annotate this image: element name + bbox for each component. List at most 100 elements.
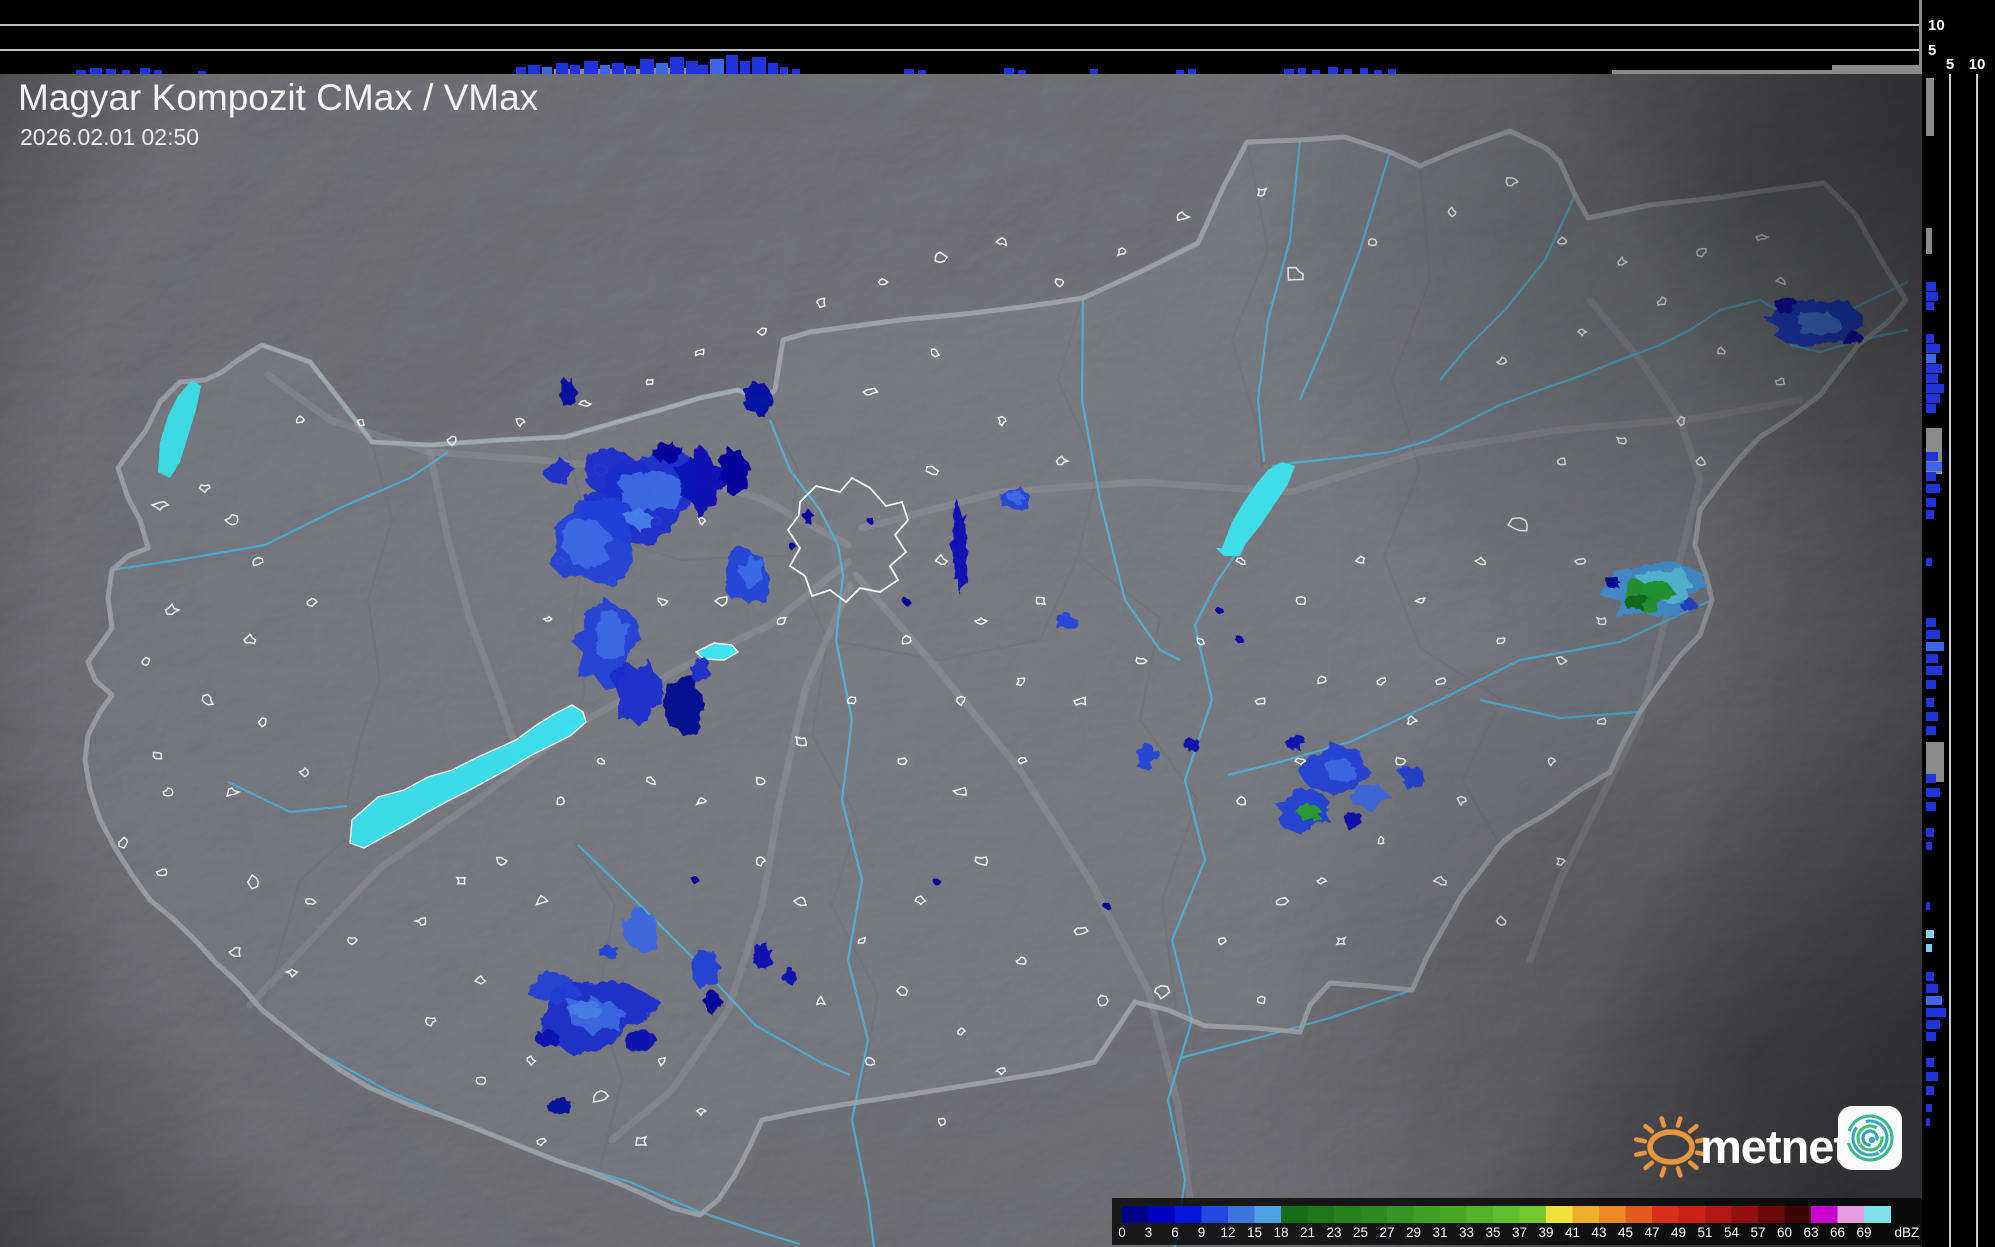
swirl-center — [1869, 1137, 1875, 1143]
legend-cell — [1281, 1206, 1308, 1223]
right-histogram-bar — [1926, 726, 1936, 735]
right-histogram-bar — [1926, 666, 1942, 675]
top-histogram-bar — [626, 66, 636, 74]
right-histogram-bar — [1926, 558, 1932, 566]
legend-tick-label: 3 — [1145, 1225, 1153, 1240]
legend-tick-label: 60 — [1777, 1225, 1792, 1240]
right-histogram-bar — [1926, 462, 1942, 471]
right-histogram-bar — [1926, 802, 1936, 811]
top-histogram-bar — [542, 67, 552, 74]
top-histogram-bar — [106, 69, 116, 74]
top-histogram-bar — [1360, 68, 1368, 74]
top-histogram-bar — [768, 63, 778, 74]
right-histogram-bar — [1926, 344, 1940, 353]
top-histogram-bar — [904, 69, 914, 74]
legend-cell — [1175, 1206, 1202, 1223]
right-histogram-bar — [1926, 996, 1942, 1005]
legend-tick-label: 12 — [1220, 1225, 1235, 1240]
top-histogram-bar — [1284, 69, 1294, 74]
right-histogram-bar — [1926, 642, 1944, 651]
legend-tick-label: 31 — [1432, 1225, 1447, 1240]
legend-cell — [1413, 1206, 1441, 1223]
top-histogram-bar — [698, 65, 708, 74]
right-histogram-bar — [1926, 282, 1936, 291]
right-histogram-bar — [1926, 680, 1936, 689]
sun-ray — [1659, 1116, 1667, 1128]
legend-tick-label: 23 — [1326, 1225, 1341, 1240]
legend-unit-label: dBZ — [1895, 1225, 1920, 1240]
right-histogram-bar — [1926, 364, 1942, 373]
legend-cell — [1625, 1206, 1653, 1223]
legend-tick-label: 66 — [1830, 1225, 1845, 1240]
right-histogram-bar — [1926, 228, 1932, 254]
right-histogram-bar — [1926, 1032, 1936, 1041]
right-histogram-bar — [1926, 902, 1930, 910]
legend-cell — [1228, 1206, 1255, 1223]
top-histogram-bar — [1612, 70, 1832, 74]
right-histogram-bar — [1926, 788, 1940, 797]
right-histogram-bar — [1926, 630, 1940, 639]
top-histogram-bar — [1374, 70, 1382, 74]
sun-ray — [1633, 1137, 1648, 1144]
top-histogram-bar — [686, 61, 698, 74]
top-axis-tick-10: 10 — [1928, 17, 1945, 34]
top-histogram-bar — [710, 59, 724, 74]
right-histogram-bar — [1926, 1104, 1932, 1112]
right-histogram-bar — [1926, 1118, 1930, 1126]
top-histogram-bar — [154, 70, 162, 74]
legend-cell — [1678, 1206, 1706, 1223]
legend-cell — [1254, 1206, 1282, 1223]
right-histogram-bar — [1926, 654, 1938, 663]
legend-tick-label: 6 — [1171, 1225, 1179, 1240]
legend-tick-label: 57 — [1750, 1225, 1765, 1240]
right-histogram-bar — [1926, 1086, 1934, 1095]
top-histogram-bar — [670, 57, 684, 74]
legend-tick-label: 18 — [1273, 1225, 1288, 1240]
sun-ray — [1633, 1150, 1648, 1157]
top-histogram-bar — [600, 65, 610, 74]
top-histogram-bar — [1388, 69, 1396, 74]
legend-cell — [1122, 1206, 1149, 1223]
legend-tick-label: 29 — [1406, 1225, 1421, 1240]
top-histogram-bar — [584, 61, 598, 74]
top-histogram-bar — [792, 69, 800, 74]
page-title: Magyar Kompozit CMax / VMax — [18, 77, 539, 118]
legend-tick-label: 43 — [1591, 1225, 1606, 1240]
legend-cell — [1201, 1206, 1229, 1223]
right-histogram-bar — [1926, 944, 1932, 952]
right-histogram-bar — [1926, 354, 1936, 363]
top-histogram-bar — [140, 68, 150, 74]
top-histogram-bar — [1004, 68, 1014, 74]
top-histogram-bar — [1344, 69, 1352, 74]
legend-cell — [1387, 1206, 1414, 1223]
legend-cell — [1493, 1206, 1520, 1223]
top-histogram-bar — [740, 61, 750, 74]
top-histogram-bar — [76, 70, 86, 74]
legend-cell — [1784, 1206, 1812, 1223]
dbz-legend: 0 3 6 9 12 15 18 21 23 25 27 29 31 33 35 37 39 41 43 45 47 49… — [1112, 1198, 1922, 1245]
legend-cell — [1758, 1206, 1785, 1223]
legend-tick-label: 33 — [1459, 1225, 1474, 1240]
right-histogram-bar — [1926, 1008, 1946, 1017]
legend-tick-label: 69 — [1856, 1225, 1871, 1240]
right-histogram-bar — [1926, 498, 1936, 507]
top-profile-strip — [0, 0, 1995, 74]
legend-tick-label: 41 — [1565, 1225, 1580, 1240]
right-histogram-bar — [1926, 374, 1938, 383]
legend-tick-label: 35 — [1485, 1225, 1500, 1240]
right-histogram-bar — [1926, 510, 1934, 519]
top-histogram-bar — [1328, 67, 1338, 74]
legend-tick-label: 27 — [1379, 1225, 1394, 1240]
shade-southeast — [0, 0, 1995, 1247]
logo-text: metnet — [1700, 1120, 1849, 1173]
right-histogram-bar — [1926, 484, 1940, 493]
top-histogram-bar — [1176, 70, 1184, 74]
top-histogram-bar — [1298, 68, 1306, 74]
right-histogram-bar — [1926, 394, 1940, 403]
legend-tick-label: 54 — [1724, 1225, 1740, 1240]
right-histogram-bar — [1926, 292, 1938, 301]
legend-tick-label: 25 — [1353, 1225, 1368, 1240]
right-histogram-bar — [1926, 334, 1934, 343]
top-histogram-bar — [752, 57, 766, 74]
legend-cell — [1466, 1206, 1494, 1223]
